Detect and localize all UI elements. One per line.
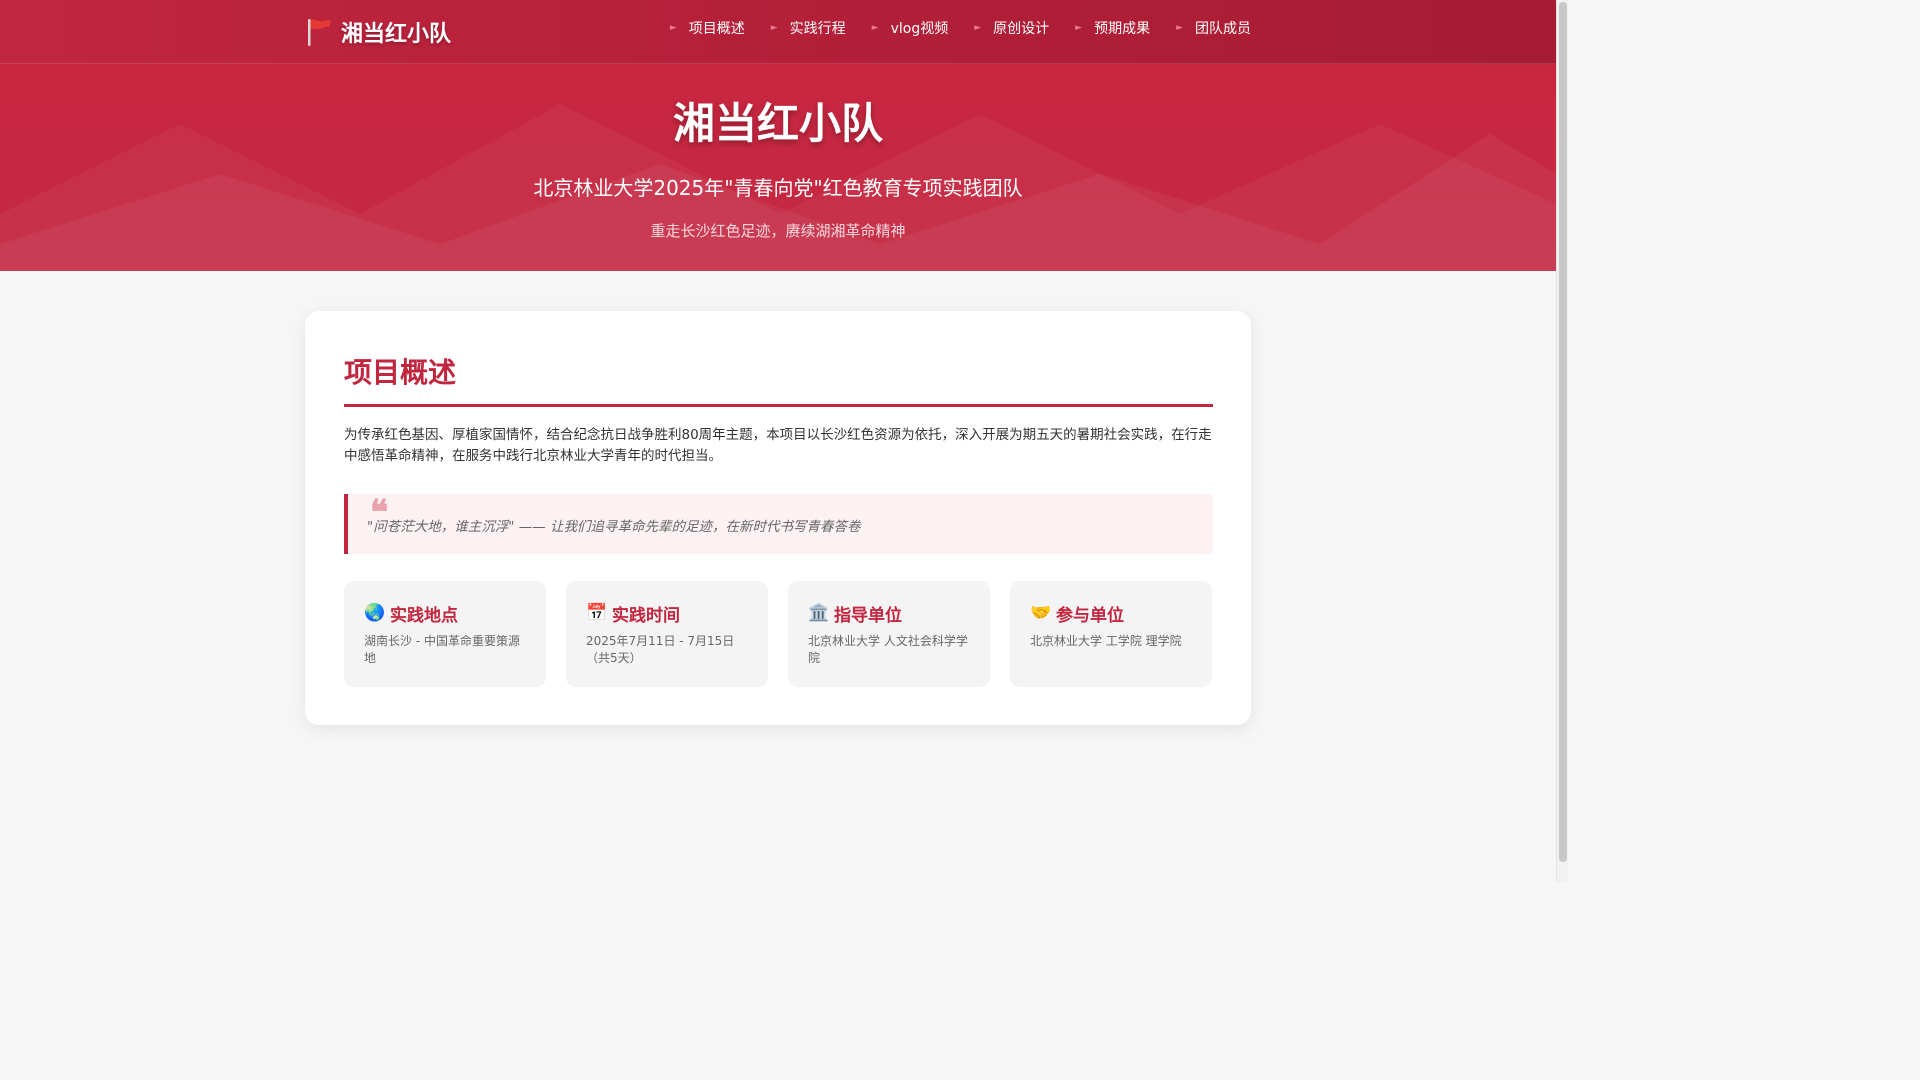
section-title: 项目概述 [344,356,457,389]
info-card-desc: 2025年7月11日 - 7月15日（共5天） [586,634,735,665]
quote-text: "问苍茫大地，谁主沉浮" —— 让我们追寻革命先辈的足迹，在新时代书写青春答卷 [367,519,861,535]
info-card-desc: 湖南长沙 - 中国革命重要策源地 [364,634,520,665]
nav-bullet-icon: ► [669,23,677,33]
nav-item-label: 项目概述 [688,21,745,37]
nav-bullet-icon: ► [770,23,778,33]
red-flag-icon [308,19,331,46]
nav-item-design[interactable]: ► 原创设计 [974,18,1049,38]
nav-item-label: 实践行程 [789,21,846,37]
handshake-icon: 🤝 [1030,603,1052,623]
calendar-icon: 📅 [586,603,608,623]
info-card-participants: 🤝 参与单位 北京林业大学 工学院 理学院 [1010,581,1212,687]
top-navbar: 湘当红小队 ► 项目概述 ► 实践行程 ► vlog视频 ► 原创设计 ► 预期… [0,0,1556,64]
nav-item-label: 团队成员 [1195,21,1251,37]
info-card-title: 参与单位 [1056,605,1124,626]
nav-item-overview[interactable]: ► 项目概述 [670,18,745,38]
info-cards: 🌏 实践地点 湖南长沙 - 中国革命重要策源地 📅 实践时间 2025年7月11… [344,581,1213,687]
nav-item-vlog[interactable]: ► vlog视频 [872,18,949,38]
nav-bullet-icon: ► [1176,23,1183,33]
nav-item-outcomes[interactable]: ► 预期成果 [1075,18,1150,38]
info-card-time: 📅 实践时间 2025年7月11日 - 7月15日（共5天） [566,581,768,687]
quote-block: ❝ "问苍茫大地，谁主沉浮" —— 让我们追寻革命先辈的足迹，在新时代书写青春答… [344,494,1213,554]
page-scrollbar[interactable] [1556,0,1568,882]
intro-paragraph: 为传承红色基因、厚植家国情怀，结合纪念抗日战争胜利80周年主题，本项目以长沙红色… [344,427,1212,464]
scrollbar-thumb[interactable] [1559,2,1567,862]
brand-name: 湘当红小队 [341,22,452,47]
nav-bullet-icon: ► [974,23,982,33]
info-card-desc: 北京林业大学 工学院 理学院 [1030,634,1182,648]
nav-bullet-icon: ► [1075,23,1083,33]
brand[interactable]: 湘当红小队 [305,16,451,48]
overview-card: 项目概述 为传承红色基因、厚植家国情怀，结合纪念抗日战争胜利80周年主题，本项目… [305,311,1251,725]
info-card-title: 实践地点 [390,605,458,626]
info-card-guidance: 🏛️ 指导单位 北京林业大学 人文社会科学学院 [788,581,990,687]
hero-tagline: 重走长沙红色足迹，赓续湖湘革命精神 [650,222,906,240]
nav-item-label: 原创设计 [993,21,1050,37]
info-card-title: 指导单位 [834,605,902,626]
info-card-location: 🌏 实践地点 湖南长沙 - 中国革命重要策源地 [344,581,546,687]
hero-subtitle: 北京林业大学2025年"青春向党"红色教育专项实践团队 [533,176,1023,200]
globe-icon: 🌏 [364,603,386,623]
main-nav: ► 项目概述 ► 实践行程 ► vlog视频 ► 原创设计 ► 预期成果 ► 团… [670,0,1251,56]
hero-title: 湘当红小队 [672,99,883,148]
section-divider [344,404,1213,407]
nav-item-itinerary[interactable]: ► 实践行程 [771,18,846,38]
info-card-desc: 北京林业大学 人文社会科学学院 [808,634,968,665]
building-icon: 🏛️ [808,603,830,623]
nav-item-label: 预期成果 [1094,21,1151,37]
nav-item-team[interactable]: ► 团队成员 [1176,18,1251,38]
nav-item-label: vlog视频 [890,21,949,37]
info-card-title: 实践时间 [612,605,680,626]
hero-banner: 湘当红小队 北京林业大学2025年"青春向党"红色教育专项实践团队 重走长沙红色… [0,64,1556,271]
nav-bullet-icon: ► [871,23,879,33]
